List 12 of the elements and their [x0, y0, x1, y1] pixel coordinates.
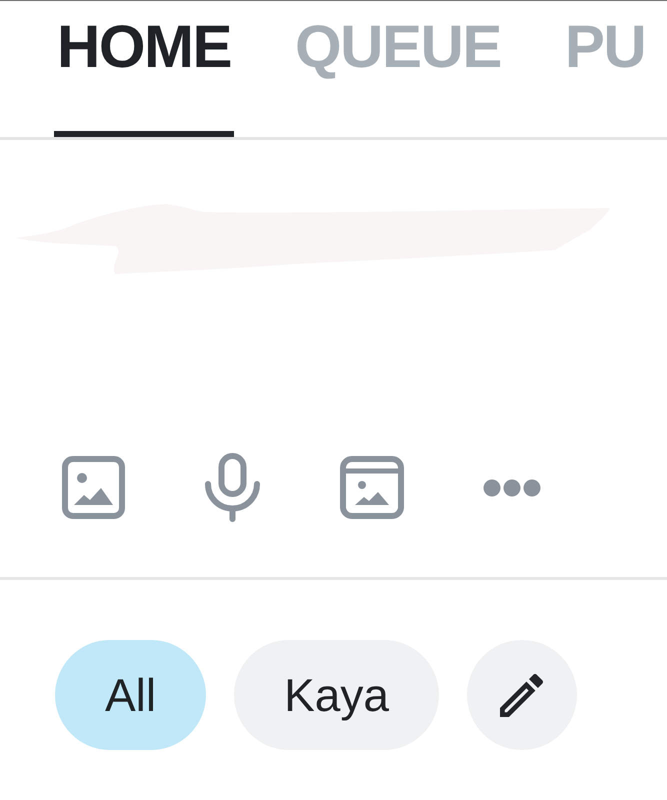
filter-chip[interactable]: Kaya — [234, 640, 439, 750]
photo-button[interactable] — [62, 456, 125, 519]
microphone-button[interactable] — [204, 453, 261, 522]
more-icon — [483, 478, 541, 496]
microphone-icon — [204, 453, 261, 522]
image-icon — [62, 456, 125, 519]
pencil-icon — [500, 674, 544, 716]
tab[interactable]: HOME — [54, 1, 234, 137]
album-button[interactable] — [340, 456, 404, 519]
filter-chip[interactable]: All — [55, 640, 206, 750]
more-button[interactable] — [483, 478, 541, 496]
framed-picture-icon — [340, 456, 404, 519]
